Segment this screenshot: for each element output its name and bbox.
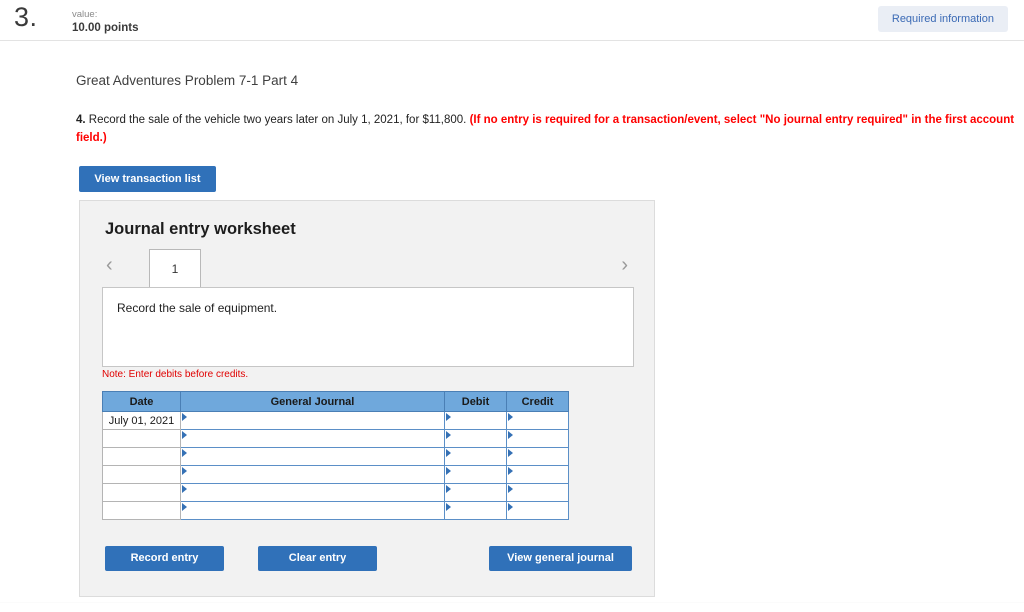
cell-general-journal[interactable] bbox=[180, 465, 445, 484]
worksheet-heading: Journal entry worksheet bbox=[105, 220, 296, 238]
entry-description-text: Record the sale of equipment. bbox=[117, 301, 278, 315]
table-row bbox=[102, 429, 569, 448]
cell-general-journal[interactable] bbox=[180, 501, 445, 520]
cell-debit[interactable] bbox=[444, 429, 507, 448]
cell-date[interactable] bbox=[102, 447, 181, 466]
table-row bbox=[102, 465, 569, 484]
table-row: July 01, 2021 bbox=[102, 411, 569, 430]
cell-debit[interactable] bbox=[444, 411, 507, 430]
record-entry-button[interactable]: Record entry bbox=[105, 546, 224, 571]
journal-entry-worksheet-panel: Journal entry worksheet ‹ 1 › Record the… bbox=[79, 200, 655, 597]
worksheet-tab-strip: ‹ 1 › bbox=[102, 249, 634, 288]
cell-credit[interactable] bbox=[506, 411, 569, 430]
cell-date[interactable] bbox=[102, 501, 181, 520]
question-item-number: 4. bbox=[76, 114, 86, 126]
page-title: Great Adventures Problem 7-1 Part 4 bbox=[76, 73, 299, 88]
cell-date[interactable] bbox=[102, 465, 181, 484]
cell-general-journal[interactable] bbox=[180, 483, 445, 502]
cell-debit[interactable] bbox=[444, 447, 507, 466]
dropdown-arrow-icon bbox=[446, 449, 451, 457]
dropdown-arrow-icon bbox=[182, 485, 187, 493]
dropdown-arrow-icon bbox=[182, 431, 187, 439]
dropdown-arrow-icon bbox=[508, 485, 513, 493]
question-text: 4. Record the sale of the vehicle two ye… bbox=[76, 112, 1024, 148]
worksheet-tab-1[interactable]: 1 bbox=[149, 249, 201, 288]
clear-entry-button[interactable]: Clear entry bbox=[258, 546, 377, 571]
question-body: Record the sale of the vehicle two years… bbox=[85, 114, 470, 126]
dropdown-arrow-icon bbox=[182, 413, 187, 421]
entry-description-box: Record the sale of equipment. bbox=[102, 287, 634, 367]
cell-debit[interactable] bbox=[444, 483, 507, 502]
question-number: 3. bbox=[14, 2, 38, 32]
cell-credit[interactable] bbox=[506, 465, 569, 484]
dropdown-arrow-icon bbox=[446, 431, 451, 439]
dropdown-arrow-icon bbox=[182, 467, 187, 475]
table-row bbox=[102, 501, 569, 520]
cell-date[interactable] bbox=[102, 429, 181, 448]
required-information-badge[interactable]: Required information bbox=[877, 6, 1008, 32]
dropdown-arrow-icon bbox=[508, 413, 513, 421]
view-transaction-list-button[interactable]: View transaction list bbox=[79, 166, 216, 192]
question-header-bar: 3. value: 10.00 points Required informat… bbox=[0, 0, 1024, 41]
cell-general-journal[interactable] bbox=[180, 447, 445, 466]
dropdown-arrow-icon bbox=[446, 467, 451, 475]
view-general-journal-button[interactable]: View general journal bbox=[489, 546, 632, 571]
column-header-general-journal: General Journal bbox=[180, 391, 445, 412]
column-header-credit: Credit bbox=[506, 391, 569, 412]
cell-debit[interactable] bbox=[444, 465, 507, 484]
bottom-separator bbox=[0, 602, 1024, 603]
value-label: value: bbox=[72, 9, 98, 20]
cell-general-journal[interactable] bbox=[180, 411, 445, 430]
chevron-right-icon[interactable]: › bbox=[621, 255, 628, 275]
value-points: 10.00 points bbox=[72, 21, 139, 34]
dropdown-arrow-icon bbox=[446, 485, 451, 493]
cell-credit[interactable] bbox=[506, 447, 569, 466]
dropdown-arrow-icon bbox=[446, 503, 451, 511]
table-header-row: Date General Journal Debit Credit bbox=[102, 391, 569, 412]
dropdown-arrow-icon bbox=[508, 449, 513, 457]
cell-debit[interactable] bbox=[444, 501, 507, 520]
table-row bbox=[102, 483, 569, 502]
dropdown-arrow-icon bbox=[508, 503, 513, 511]
cell-credit[interactable] bbox=[506, 429, 569, 448]
column-header-debit: Debit bbox=[444, 391, 507, 412]
chevron-left-icon[interactable]: ‹ bbox=[106, 255, 113, 275]
column-header-date: Date bbox=[102, 391, 181, 412]
dropdown-arrow-icon bbox=[446, 413, 451, 421]
dropdown-arrow-icon bbox=[508, 467, 513, 475]
cell-date[interactable]: July 01, 2021 bbox=[102, 411, 181, 430]
dropdown-arrow-icon bbox=[182, 449, 187, 457]
table-row bbox=[102, 447, 569, 466]
cell-credit[interactable] bbox=[506, 501, 569, 520]
dropdown-arrow-icon bbox=[182, 503, 187, 511]
dropdown-arrow-icon bbox=[508, 431, 513, 439]
cell-credit[interactable] bbox=[506, 483, 569, 502]
cell-general-journal[interactable] bbox=[180, 429, 445, 448]
question-value-block: value: 10.00 points bbox=[72, 9, 138, 35]
journal-entry-table: Date General Journal Debit Credit July 0… bbox=[102, 391, 569, 520]
debits-before-credits-note: Note: Enter debits before credits. bbox=[102, 369, 249, 380]
cell-date[interactable] bbox=[102, 483, 181, 502]
